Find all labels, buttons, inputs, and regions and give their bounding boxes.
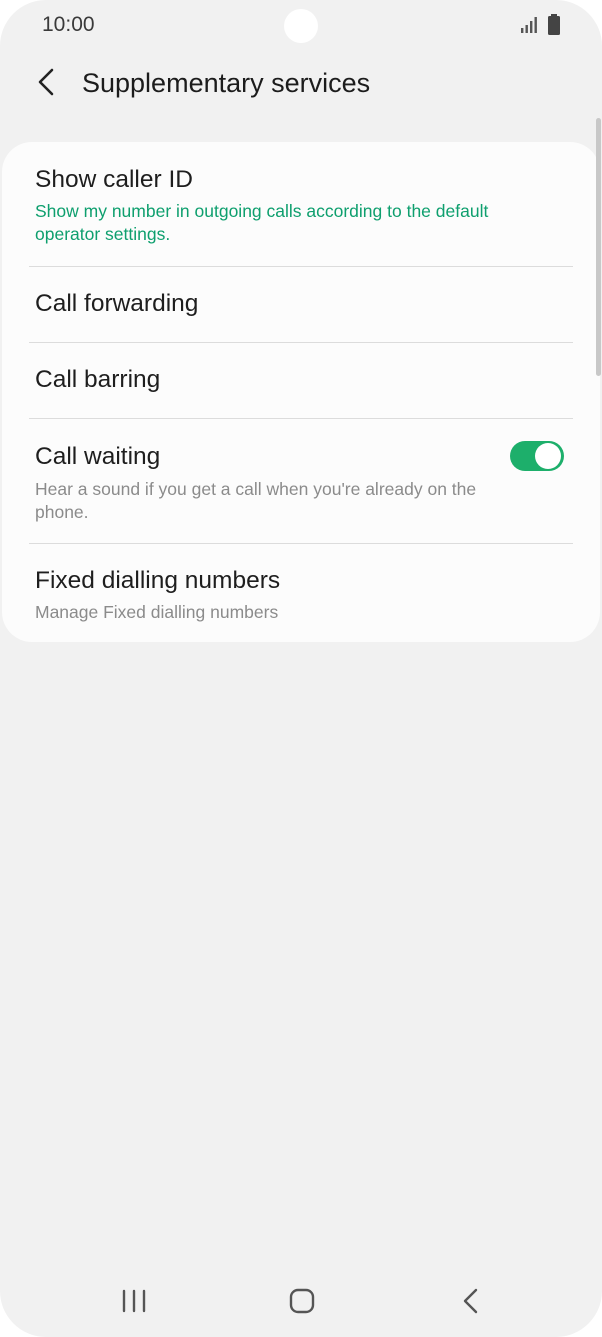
page-title: Supplementary services	[82, 68, 371, 98]
recent-apps-button[interactable]	[114, 1288, 154, 1319]
setting-title: Fixed dialling numbers	[35, 567, 281, 594]
setting-title: Call forwarding	[35, 290, 199, 317]
call-waiting-toggle[interactable]	[510, 441, 564, 471]
setting-subtitle: Show my number in outgoing calls accordi…	[35, 201, 489, 244]
camera-cutout	[284, 9, 318, 43]
back-icon	[463, 1288, 478, 1314]
nav-back-button[interactable]	[450, 1288, 490, 1319]
home-button[interactable]	[282, 1288, 322, 1319]
navigation-bar	[0, 1270, 602, 1337]
toggle-knob	[535, 443, 561, 469]
settings-card: Show caller ID Show my number in outgoin…	[2, 142, 600, 642]
signal-icon	[521, 17, 537, 33]
home-icon	[289, 1288, 315, 1314]
setting-call-forwarding[interactable]: Call forwarding	[2, 267, 600, 342]
app-header: Supplementary services	[0, 52, 602, 114]
setting-call-barring[interactable]: Call barring	[2, 343, 600, 418]
status-time: 10:00	[42, 13, 95, 36]
scrollbar[interactable]	[596, 118, 601, 376]
setting-title: Show caller ID	[35, 166, 193, 193]
recent-apps-icon	[122, 1289, 146, 1313]
status-bar: 10:00	[0, 0, 602, 52]
setting-title: Call barring	[35, 366, 161, 393]
setting-subtitle: Manage Fixed dialling numbers	[35, 602, 279, 622]
setting-show-caller-id[interactable]: Show caller ID Show my number in outgoin…	[2, 142, 600, 266]
back-button[interactable]	[30, 64, 64, 100]
phone-screen: 10:00 Supplementary services Show caller…	[0, 0, 602, 1337]
setting-fixed-dialling-numbers[interactable]: Fixed dialling numbers Manage Fixed dial…	[2, 544, 600, 642]
chevron-left-icon	[38, 68, 54, 96]
setting-title: Call waiting	[35, 443, 161, 470]
battery-icon	[548, 14, 560, 35]
setting-subtitle: Hear a sound if you get a call when you'…	[35, 479, 477, 522]
setting-call-waiting[interactable]: Call waiting Hear a sound if you get a c…	[2, 419, 600, 543]
